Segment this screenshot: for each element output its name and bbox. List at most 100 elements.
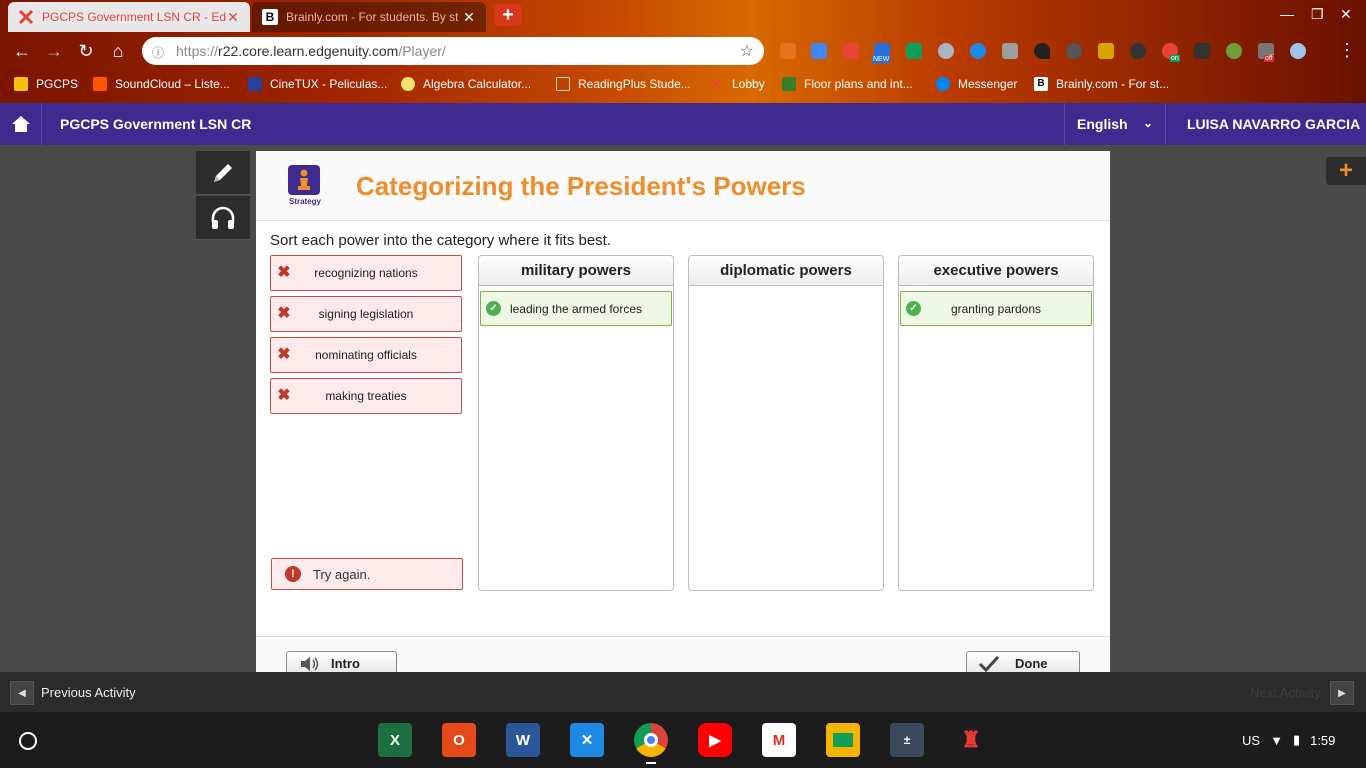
home-button[interactable] [0, 103, 42, 145]
new-tab-button[interactable]: + [494, 4, 522, 26]
category-diplomatic-powers[interactable]: diplomatic powers [688, 255, 884, 591]
extension-grammarly-icon[interactable] [1130, 43, 1146, 59]
previous-activity-button[interactable]: ◀ [10, 681, 34, 705]
extension-record-icon[interactable] [843, 43, 859, 59]
activity-header: Strategy Categorizing the President's Po… [256, 151, 1110, 221]
battery-icon: ▮ [1292, 732, 1301, 747]
audio-tool-button[interactable] [196, 196, 250, 240]
extension-refresh-icon[interactable] [1290, 43, 1306, 59]
bookmark-brainly[interactable]: B Brainly.com - For st... [1034, 77, 1169, 91]
launcher-icon[interactable] [19, 732, 37, 750]
office-icon[interactable]: O [442, 723, 476, 757]
incorrect-x-icon: ✖ [277, 387, 291, 404]
extension-trophy-icon[interactable] [1098, 43, 1114, 59]
bookmark-pgcps[interactable]: PGCPS [14, 77, 78, 91]
browser-menu-icon[interactable]: ⋮ [1338, 40, 1356, 61]
extension-c-icon[interactable] [1002, 43, 1018, 59]
brainly-icon: B [1034, 77, 1048, 91]
bookmark-floor-plans[interactable]: Floor plans and int... [782, 77, 913, 91]
active-app-indicator [646, 762, 656, 764]
power-card[interactable]: ✖ recognizing nations [270, 255, 462, 291]
info-icon[interactable]: ⓘ [152, 44, 166, 60]
edgenuity-icon: ✕ [710, 76, 722, 92]
os-shelf: X O W ✕ ▶ M ± ♜ US ▼ ▮ 1:59 [0, 712, 1366, 768]
youtube-icon[interactable]: ▶ [698, 723, 732, 757]
bookmark-algebra-calculator[interactable]: Algebra Calculator... [401, 77, 531, 91]
tab-strip: PGCPS Government LSN CR - Ed ✕ B Brainly… [0, 0, 1366, 32]
mario-game-icon[interactable]: ♜ [954, 723, 988, 757]
next-activity-button[interactable]: ▶ [1330, 681, 1354, 705]
on-badge: on [1170, 55, 1180, 62]
browser-chrome: PGCPS Government LSN CR - Ed ✕ B Brainly… [0, 0, 1366, 103]
incorrect-x-icon: ✖ [277, 346, 291, 363]
category-executive-powers[interactable]: executive powers ✓ granting pardons [898, 255, 1094, 591]
back-icon[interactable]: ← [12, 41, 32, 61]
user-name[interactable]: LUISA NAVARRO GARCIA [1187, 116, 1360, 132]
extension-pin-icon[interactable] [1194, 43, 1210, 59]
power-card-label: making treaties [325, 389, 407, 403]
previous-activity-label[interactable]: Previous Activity [41, 685, 136, 700]
category-header: executive powers [899, 256, 1093, 286]
calculator-icon[interactable]: ± [890, 723, 924, 757]
pencil-tool-button[interactable] [196, 151, 250, 195]
language-selector[interactable]: English ⌄ [1064, 103, 1166, 145]
close-window-icon[interactable]: ✕ [1340, 6, 1352, 23]
home-icon[interactable]: ⌂ [108, 41, 128, 61]
extension-translate-icon[interactable] [811, 43, 827, 59]
address-bar[interactable]: ⓘ https://r22.core.learn.edgenuity.com/P… [142, 37, 764, 65]
extension-globe-icon[interactable] [1066, 43, 1082, 59]
alert-icon: ! [285, 566, 301, 582]
edgenuity-favicon-icon [18, 9, 34, 25]
bookmark-cinetux[interactable]: CineTUX - Peliculas... [248, 77, 387, 91]
bookmark-messenger[interactable]: Messenger [936, 77, 1017, 91]
power-card[interactable]: ✖ nominating officials [270, 337, 462, 373]
chrome-icon[interactable] [634, 723, 668, 757]
bookmark-readingplus[interactable]: ReadingPlus Stude... [556, 77, 691, 91]
excel-icon[interactable]: X [378, 723, 412, 757]
bookmark-star-icon[interactable]: ☆ [740, 41, 754, 61]
power-card[interactable]: ✖ making treaties [270, 378, 462, 414]
pencil-icon [214, 163, 232, 182]
course-title: PGCPS Government LSN CR [60, 116, 252, 132]
expand-plus-button[interactable]: + [1326, 157, 1366, 185]
wifi-icon: ▼ [1270, 732, 1283, 748]
strategy-label: Strategy [288, 197, 321, 206]
clock: 1:59 [1310, 732, 1336, 748]
power-card-label: nominating officials [315, 348, 417, 362]
extension-link-icon[interactable] [970, 43, 986, 59]
extension-help-icon[interactable] [938, 43, 954, 59]
strategy-icon [288, 165, 320, 195]
category-military-powers[interactable]: military powers ✓ leading the armed forc… [478, 255, 674, 591]
close-tab-icon[interactable]: ✕ [226, 9, 240, 26]
category-header: military powers [479, 256, 673, 286]
bookmarks-bar: PGCPS SoundCloud – Liste... CineTUX - Pe… [0, 70, 1366, 100]
extension-classroom-icon[interactable] [906, 43, 922, 59]
restore-icon[interactable]: ❐ [1311, 6, 1324, 23]
extension-gear-icon[interactable] [1226, 43, 1242, 59]
power-card[interactable]: ✖ signing legislation [270, 296, 462, 332]
floorplanner-icon [782, 77, 796, 91]
placed-card[interactable]: ✓ granting pardons [900, 291, 1092, 326]
power-card-label: signing legislation [318, 307, 414, 321]
status-tray[interactable]: US ▼ ▮ 1:59 [1242, 727, 1335, 753]
close-tab-icon[interactable]: ✕ [462, 9, 476, 26]
minimize-icon[interactable]: — [1280, 6, 1294, 22]
bookmark-soundcloud[interactable]: SoundCloud – Liste... [93, 77, 230, 91]
forward-icon[interactable]: → [44, 41, 64, 61]
bookmark-lobby[interactable]: ✕ Lobby [710, 77, 765, 91]
placed-card[interactable]: ✓ leading the armed forces [480, 291, 672, 326]
extension-location-icon[interactable] [1034, 43, 1050, 59]
category-header: diplomatic powers [689, 256, 883, 286]
word-icon[interactable]: W [506, 723, 540, 757]
classroom-icon[interactable] [826, 723, 860, 757]
activity-navigation: ◀ Previous Activity Next Activity ▶ [0, 672, 1366, 712]
extension-office-icon[interactable] [780, 43, 796, 59]
power-card-label: recognizing nations [314, 266, 418, 280]
edgenuity-app-icon[interactable]: ✕ [570, 723, 604, 757]
correct-check-icon: ✓ [906, 301, 921, 316]
gmail-icon[interactable]: M [762, 723, 796, 757]
reload-icon[interactable]: ↻ [76, 41, 96, 61]
chevron-down-icon: ⌄ [1142, 116, 1153, 130]
tab-edgenuity[interactable]: PGCPS Government LSN CR - Ed ✕ [8, 2, 250, 32]
tab-brainly[interactable]: B Brainly.com - For students. By st ✕ [252, 2, 486, 32]
